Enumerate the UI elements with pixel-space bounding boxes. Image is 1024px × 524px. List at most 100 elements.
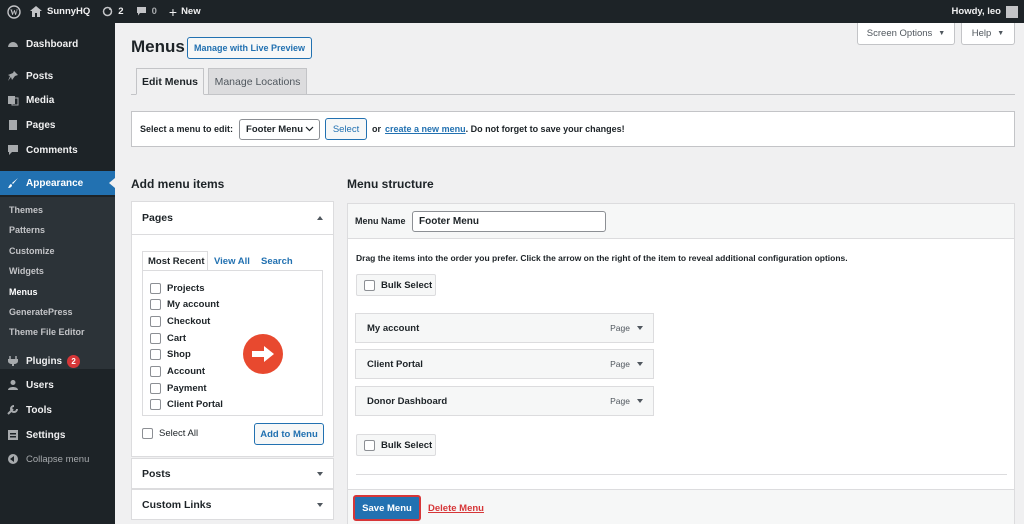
- tab-manage-locations[interactable]: Manage Locations: [208, 68, 307, 95]
- checkbox[interactable]: [150, 283, 161, 294]
- delete-menu-link[interactable]: Delete Menu: [428, 503, 484, 514]
- tab-most-recent[interactable]: Most Recent: [148, 256, 204, 267]
- sidebar-item-label: Plugins: [26, 355, 63, 367]
- page-title: Menus: [131, 37, 185, 56]
- add-to-menu-button[interactable]: Add to Menu: [254, 423, 324, 445]
- sidebar-item-comments[interactable]: Comments: [0, 139, 115, 161]
- submenu-item-themes[interactable]: Themes: [9, 205, 43, 215]
- sidebar-item-label: Dashboard: [26, 38, 79, 50]
- help-button[interactable]: Help ▼: [961, 23, 1015, 45]
- select-menu-label: Select a menu to edit:: [140, 124, 234, 134]
- sidebar-item-tools[interactable]: Tools: [0, 399, 115, 421]
- sidebar-item-pages[interactable]: Pages: [0, 114, 115, 136]
- settings-icon: [7, 429, 19, 441]
- page-checkbox-item[interactable]: Shop: [150, 349, 191, 360]
- checkbox[interactable]: [150, 299, 161, 310]
- caret-down-icon[interactable]: [637, 399, 643, 403]
- pages-accordion-header[interactable]: Pages: [132, 202, 333, 235]
- brush-icon: [7, 177, 19, 189]
- nav-tabs: Edit Menus Manage Locations: [131, 68, 1015, 95]
- new-label: New: [181, 6, 201, 17]
- sidebar-item-plugins[interactable]: Plugins 2: [0, 350, 115, 372]
- sidebar-item-settings[interactable]: Settings: [0, 424, 115, 446]
- sidebar-item-appearance[interactable]: Appearance: [0, 171, 115, 195]
- divider: [356, 474, 1007, 475]
- site-name-link[interactable]: SunnyHQ: [24, 0, 96, 23]
- plugins-update-badge: 2: [67, 354, 81, 368]
- page-checkbox-item[interactable]: Cart: [150, 333, 186, 344]
- caret-down-icon[interactable]: [637, 326, 643, 330]
- updates-icon: [103, 6, 113, 17]
- sidebar-item-posts[interactable]: Posts: [0, 65, 115, 87]
- checkbox[interactable]: [364, 279, 375, 291]
- checkbox[interactable]: [150, 366, 161, 377]
- page-checkbox-item[interactable]: Projects: [150, 283, 205, 294]
- page-checkbox-item[interactable]: Account: [150, 366, 205, 377]
- menu-select-dropdown[interactable]: Footer Menu: [239, 118, 321, 140]
- sidebar-item-label: Posts: [26, 70, 54, 82]
- sidebar-item-media[interactable]: Media: [0, 89, 115, 111]
- sidebar-item-label: Tools: [26, 404, 52, 416]
- tab-edit-menus[interactable]: Edit Menus: [136, 68, 204, 95]
- submenu-item-customize[interactable]: Customize: [9, 246, 55, 256]
- checkbox[interactable]: [150, 333, 161, 344]
- page-checkbox-item[interactable]: Client Portal: [150, 399, 223, 410]
- chevron-down-icon: [305, 126, 314, 132]
- sidebar-item-label: Appearance: [26, 177, 84, 189]
- or-text: or: [372, 124, 382, 134]
- submenu-item-menus[interactable]: Menus: [9, 287, 38, 297]
- menu-item-row[interactable]: Client Portal Page: [355, 349, 654, 379]
- appearance-submenu: Themes Patterns Customize Widgets Menus …: [0, 197, 115, 369]
- checkbox[interactable]: [364, 439, 375, 451]
- page-checkbox-item[interactable]: Payment: [150, 383, 207, 394]
- account-menu[interactable]: Howdy, leo: [946, 0, 1024, 23]
- menu-item-row[interactable]: My account Page: [355, 313, 654, 343]
- checkbox[interactable]: [150, 349, 161, 360]
- updates-link[interactable]: 2: [96, 0, 129, 23]
- sidebar-item-label: Pages: [26, 119, 56, 131]
- sidebar-item-users[interactable]: Users: [0, 374, 115, 396]
- comments-link[interactable]: 0: [130, 0, 163, 23]
- tab-search[interactable]: Search: [261, 256, 293, 267]
- wordpress-logo-icon[interactable]: W: [0, 0, 24, 23]
- page-checkbox-item[interactable]: My account: [150, 299, 219, 310]
- bulk-select-bottom[interactable]: Bulk Select: [356, 434, 436, 456]
- select-menu-box: Select a menu to edit: Footer Menu Selec…: [131, 111, 1015, 147]
- drag-instructions: Drag the items into the order you prefer…: [356, 253, 848, 263]
- sidebar-item-dashboard[interactable]: Dashboard: [0, 33, 115, 55]
- create-new-menu-link[interactable]: create a new menu: [385, 124, 466, 134]
- menu-name-input[interactable]: Footer Menu: [412, 211, 606, 232]
- collapse-menu-button[interactable]: Collapse menu: [0, 448, 115, 470]
- comment-icon: [7, 144, 19, 156]
- page-checkbox-item[interactable]: Checkout: [150, 316, 210, 327]
- live-preview-button[interactable]: Manage with Live Preview: [187, 37, 312, 59]
- sidebar-item-label: Comments: [26, 144, 78, 156]
- checkbox[interactable]: [150, 383, 161, 394]
- media-icon: [7, 94, 19, 106]
- screen-options-button[interactable]: Screen Options ▼: [857, 23, 955, 45]
- checkbox[interactable]: [150, 399, 161, 410]
- pin-icon: [7, 70, 19, 82]
- submenu-item-generatepress[interactable]: GeneratePress: [9, 307, 73, 317]
- caret-down-icon[interactable]: [637, 362, 643, 366]
- submenu-item-widgets[interactable]: Widgets: [9, 266, 44, 276]
- menu-item-row[interactable]: Donor Dashboard Page: [355, 386, 654, 416]
- submenu-item-patterns[interactable]: Patterns: [9, 225, 45, 235]
- new-content-link[interactable]: + New: [163, 0, 207, 23]
- select-all-checkbox[interactable]: Select All: [142, 428, 198, 439]
- howdy-text: Howdy, leo: [951, 6, 1001, 17]
- plug-icon: [7, 355, 19, 367]
- checkbox[interactable]: [150, 316, 161, 327]
- tab-view-all[interactable]: View All: [214, 256, 250, 267]
- custom-links-accordion-header[interactable]: Custom Links: [131, 489, 334, 520]
- comments-count: 0: [151, 6, 157, 17]
- menu-name-label: Menu Name: [355, 216, 406, 226]
- updates-count: 2: [118, 6, 124, 17]
- page-icon: [7, 119, 19, 131]
- bulk-select-top[interactable]: Bulk Select: [356, 274, 436, 296]
- posts-accordion-header[interactable]: Posts: [131, 458, 334, 489]
- select-button[interactable]: Select: [325, 118, 368, 140]
- save-menu-button[interactable]: Save Menu: [353, 495, 421, 521]
- submenu-item-theme-file-editor[interactable]: Theme File Editor: [9, 327, 85, 337]
- checkbox[interactable]: [142, 428, 153, 439]
